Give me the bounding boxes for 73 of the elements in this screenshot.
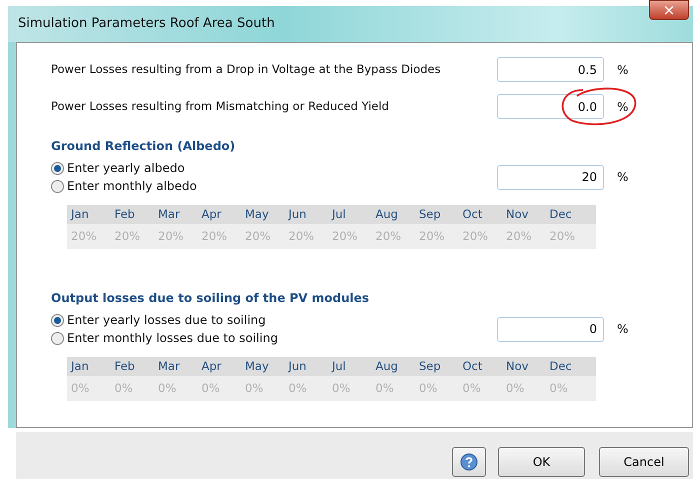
month-header: Feb — [114, 206, 136, 223]
section-heading: Output losses due to soiling of the PV modules — [51, 290, 370, 307]
radio-button[interactable] — [51, 180, 64, 192]
month-header: Oct — [462, 358, 484, 375]
month-value: 0% — [202, 380, 221, 397]
month-value: 20% — [71, 228, 98, 245]
month-header: Mar — [158, 206, 181, 223]
month-value: 0% — [550, 380, 569, 397]
month-value: 20% — [288, 228, 316, 245]
ok-button[interactable]: OK — [498, 447, 585, 477]
month-value: 20% — [462, 228, 490, 245]
month-value: 20% — [158, 228, 185, 245]
month-header: Apr — [202, 206, 222, 223]
month-value: 20% — [376, 228, 402, 245]
radio-button[interactable] — [51, 314, 64, 326]
month-value: 0% — [245, 380, 264, 397]
month-header: Aug — [376, 206, 399, 223]
month-header: Feb — [114, 358, 136, 375]
month-header: May — [245, 206, 270, 223]
month-header: May — [245, 358, 270, 375]
radio-button[interactable] — [51, 332, 64, 344]
section-heading: Ground Reflection (Albedo) — [51, 138, 236, 155]
month-header: Apr — [202, 358, 222, 375]
window-title: Simulation Parameters Roof Area South — [18, 15, 275, 34]
number-field[interactable]: 20 — [497, 164, 604, 190]
month-header: Sep — [419, 206, 442, 223]
month-value: 0% — [332, 380, 352, 397]
month-header: Sep — [419, 358, 442, 375]
unit-label: % — [617, 321, 628, 338]
option-label[interactable]: Enter yearly losses due to soiling — [67, 311, 266, 329]
month-header: Dec — [550, 206, 573, 223]
month-header: Nov — [506, 358, 530, 375]
unit-label: % — [617, 98, 628, 116]
field-label: Power Losses resulting from a Drop in Voltage at the Bypass Diodes — [51, 60, 442, 78]
month-header: Jun — [288, 206, 308, 223]
number-field[interactable]: 0.5 — [497, 57, 604, 82]
month-header: Dec — [550, 358, 573, 375]
number-field[interactable]: 0 — [497, 316, 604, 342]
month-value: 0% — [376, 380, 395, 397]
month-value: 0% — [114, 380, 134, 397]
help-button[interactable] — [452, 447, 486, 477]
radio-button[interactable] — [51, 162, 64, 174]
month-value: 0% — [288, 380, 308, 397]
option-label[interactable]: Enter yearly albedo — [67, 159, 185, 177]
month-header: Mar — [158, 358, 181, 375]
cancel-button[interactable]: Cancel — [599, 447, 689, 477]
unit-label: % — [617, 169, 628, 186]
month-header: Jan — [71, 206, 90, 223]
field-label: Power Losses resulting from Mismatching or Reduced Yield — [51, 98, 390, 115]
month-header: Oct — [462, 206, 484, 223]
month-value: 20% — [332, 228, 359, 245]
option-label[interactable]: Enter monthly albedo — [67, 177, 197, 195]
month-value: 20% — [506, 228, 533, 245]
number-field[interactable]: 0.0 — [497, 94, 604, 119]
month-value: 20% — [202, 228, 228, 245]
month-value: 0% — [158, 380, 178, 397]
month-value: 20% — [419, 228, 446, 245]
month-value: 0% — [71, 380, 90, 397]
month-header: Nov — [506, 206, 530, 223]
month-value: 0% — [419, 380, 438, 397]
month-header: Jan — [71, 358, 90, 375]
unit-label: % — [617, 62, 628, 78]
month-header: Jun — [288, 358, 308, 375]
month-header: Aug — [376, 358, 399, 375]
month-value: 0% — [506, 380, 526, 397]
month-value: 0% — [462, 380, 482, 397]
month-header: Jul — [332, 206, 347, 223]
month-header: Jul — [332, 358, 347, 375]
option-label[interactable]: Enter monthly losses due to soiling — [67, 329, 278, 347]
help-icon — [460, 453, 478, 472]
month-value: 20% — [245, 228, 272, 245]
month-value: 20% — [114, 228, 142, 245]
month-value: 20% — [550, 228, 576, 245]
